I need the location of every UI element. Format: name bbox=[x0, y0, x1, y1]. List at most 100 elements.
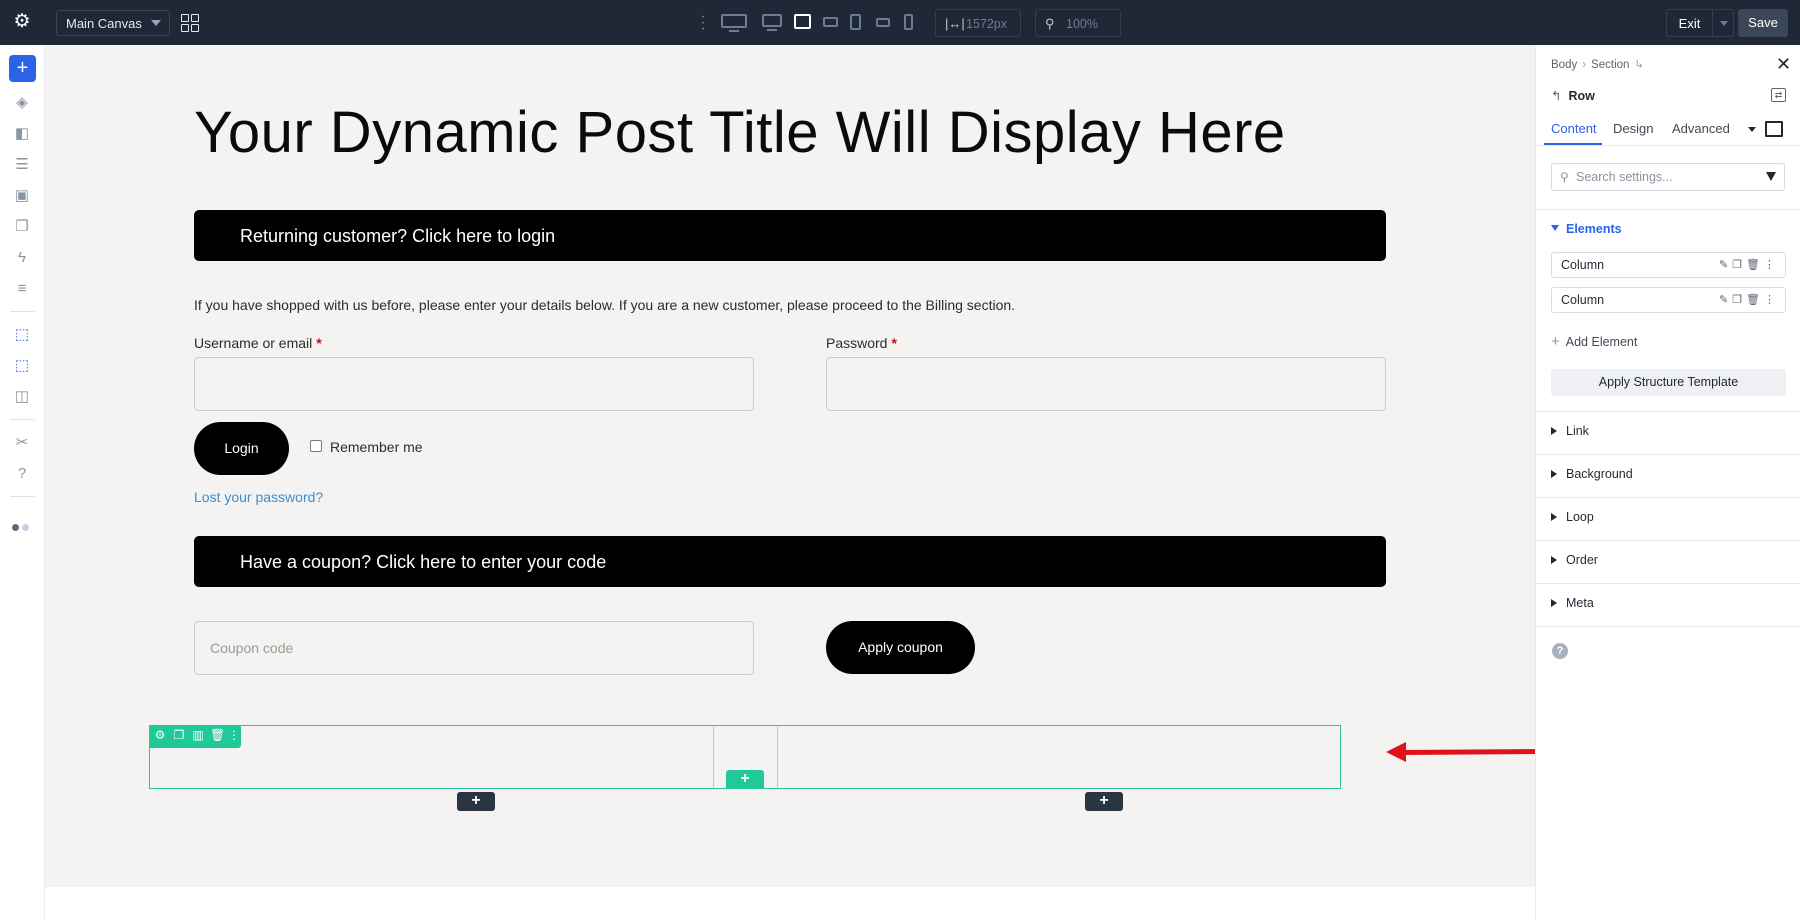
breakpoint-base-icon[interactable] bbox=[794, 14, 811, 29]
row-settings-gear-icon[interactable]: ⚙ bbox=[153, 728, 167, 742]
row-more-icon[interactable]: ⋮ bbox=[227, 728, 241, 742]
breakpoint-desktop-wide-icon[interactable] bbox=[721, 14, 747, 28]
required-mark: * bbox=[316, 335, 322, 351]
breakpoint-desktop-icon[interactable] bbox=[762, 14, 782, 27]
layers-icon[interactable]: ◈ bbox=[11, 93, 33, 113]
interactions-bolt-icon[interactable]: ϟ bbox=[11, 248, 33, 268]
login-button[interactable]: Login bbox=[194, 422, 289, 475]
accordion-label: Link bbox=[1566, 424, 1589, 438]
active-tab-indicator bbox=[1544, 143, 1602, 145]
panel-divider bbox=[1536, 209, 1800, 210]
annotation-arrow-head bbox=[1386, 742, 1406, 762]
help-icon[interactable]: ? bbox=[1552, 643, 1568, 659]
breakpoint-tablet-landscape-icon[interactable] bbox=[823, 17, 838, 27]
element-list-item[interactable]: Column ✎❐🗑⋮ bbox=[1551, 287, 1786, 313]
save-button[interactable]: Save bbox=[1738, 9, 1788, 37]
zoom-input[interactable]: ⚲ 100% bbox=[1035, 9, 1121, 37]
zoom-search-icon: ⚲ bbox=[1045, 16, 1055, 31]
breadcrumb-child-arrow-icon: ↳ bbox=[1634, 59, 1645, 71]
username-label: Username or email * bbox=[194, 335, 322, 351]
accordion-background[interactable]: Background bbox=[1551, 467, 1633, 481]
chevron-down-icon bbox=[151, 20, 161, 26]
database-icon[interactable]: ☰ bbox=[11, 155, 33, 175]
canvas-width-input[interactable]: |↔| 1572px bbox=[935, 9, 1021, 37]
row-columns-icon[interactable]: ▥ bbox=[191, 728, 205, 742]
more-vertical-icon[interactable]: · · · bbox=[700, 9, 706, 37]
triangle-right-icon bbox=[1551, 556, 1557, 564]
accordion-link[interactable]: Link bbox=[1551, 424, 1589, 438]
column-add-element-button[interactable]: + bbox=[457, 792, 495, 811]
password-input[interactable] bbox=[826, 357, 1386, 411]
accordion-order[interactable]: Order bbox=[1551, 553, 1598, 567]
breadcrumb-body[interactable]: Body bbox=[1551, 59, 1577, 71]
breadcrumb-separator-icon: › bbox=[1582, 59, 1587, 71]
tab-content[interactable]: Content bbox=[1551, 121, 1597, 136]
element-list-item[interactable]: Column ✎❐🗑⋮ bbox=[1551, 252, 1786, 278]
templates-clock-icon[interactable]: ◫ bbox=[11, 387, 33, 407]
select-pointer-icon[interactable]: ⬚ bbox=[11, 325, 33, 345]
tab-advanced[interactable]: Advanced bbox=[1672, 121, 1730, 136]
add-column-between-button[interactable]: + bbox=[726, 770, 764, 788]
coupon-code-input[interactable]: Coupon code bbox=[194, 621, 754, 675]
password-label: Password * bbox=[826, 335, 897, 351]
plus-icon: + bbox=[1551, 333, 1560, 350]
row-toolbar: ⚙ ❐ ▥ 🗑 ⋮ bbox=[149, 725, 241, 748]
lost-password-link[interactable]: Lost your password? bbox=[194, 489, 323, 505]
back-arrow-icon[interactable]: ↰ bbox=[1551, 89, 1561, 103]
panel-divider bbox=[1536, 540, 1800, 541]
accordion-label: Order bbox=[1566, 553, 1598, 567]
state-square-icon[interactable] bbox=[1765, 121, 1783, 137]
breakpoint-mobile-portrait-icon[interactable] bbox=[904, 14, 913, 30]
tabs-more-chevron-icon[interactable] bbox=[1748, 127, 1756, 132]
username-label-text: Username or email bbox=[194, 335, 313, 351]
accordion-meta[interactable]: Meta bbox=[1551, 596, 1594, 610]
toolbar-divider bbox=[10, 496, 35, 497]
elements-accordion-header[interactable]: Elements bbox=[1551, 222, 1622, 236]
accordion-label: Loop bbox=[1566, 510, 1594, 524]
element-actions-icons[interactable]: ✎❐🗑⋮ bbox=[1719, 258, 1779, 271]
settings-sliders-icon[interactable]: ≡ bbox=[11, 279, 33, 299]
add-element-label: Add Element bbox=[1565, 335, 1638, 349]
close-icon[interactable]: ✕ bbox=[1776, 54, 1791, 75]
accordion-label: Meta bbox=[1566, 596, 1594, 610]
breakpoint-mobile-landscape-icon[interactable] bbox=[876, 18, 890, 27]
row-duplicate-icon[interactable]: ❐ bbox=[172, 728, 186, 742]
theme-toggle-icon[interactable] bbox=[12, 518, 32, 536]
toolbar-divider bbox=[10, 419, 35, 420]
column-add-element-button[interactable]: + bbox=[1085, 792, 1123, 811]
remember-me-checkbox[interactable] bbox=[310, 440, 322, 452]
add-element-link[interactable]: + Add Element bbox=[1551, 333, 1637, 350]
settings-search-input[interactable]: ⚲ Search settings... bbox=[1551, 163, 1785, 191]
username-input[interactable] bbox=[194, 357, 754, 411]
pages-icon[interactable]: ❐ bbox=[11, 217, 33, 237]
top-toolbar: ⚙ Main Canvas · · · |↔| 1572px ⚲ 100% Exit… bbox=[0, 0, 1800, 45]
templates-grid-icon[interactable] bbox=[181, 14, 199, 32]
exit-options-chevron-icon[interactable] bbox=[1712, 9, 1734, 37]
breadcrumb-section[interactable]: Section bbox=[1591, 59, 1629, 71]
style-manager-icon[interactable]: ◧ bbox=[11, 124, 33, 144]
settings-gear-icon[interactable]: ⚙ bbox=[12, 12, 32, 32]
add-element-plus-icon[interactable]: + bbox=[9, 55, 36, 82]
canvas-select-dropdown[interactable]: Main Canvas bbox=[56, 10, 170, 36]
exit-button[interactable]: Exit bbox=[1666, 9, 1712, 37]
tools-icon[interactable]: ✂ bbox=[11, 433, 33, 453]
apply-structure-template-button[interactable]: Apply Structure Template bbox=[1551, 369, 1786, 396]
panel-divider bbox=[1536, 626, 1800, 627]
panel-divider bbox=[1536, 411, 1800, 412]
element-options-icon[interactable]: ⇄ bbox=[1771, 88, 1786, 102]
login-notice-bar[interactable]: Returning customer? Click here to login bbox=[194, 210, 1386, 261]
help-question-icon[interactable]: ? bbox=[11, 464, 33, 484]
tab-design[interactable]: Design bbox=[1613, 121, 1653, 136]
filter-icon[interactable] bbox=[1766, 172, 1776, 181]
breakpoint-tablet-portrait-icon[interactable] bbox=[850, 14, 861, 30]
variables-icon[interactable]: ▣ bbox=[11, 186, 33, 206]
multi-select-icon[interactable]: ⬚ bbox=[11, 356, 33, 376]
monitor-stand-icon bbox=[729, 30, 739, 32]
accordion-loop[interactable]: Loop bbox=[1551, 510, 1594, 524]
coupon-notice-bar[interactable]: Have a coupon? Click here to enter your … bbox=[194, 536, 1386, 587]
row-delete-icon[interactable]: 🗑 bbox=[210, 728, 225, 742]
elements-heading: Elements bbox=[1566, 222, 1622, 236]
element-actions-icons[interactable]: ✎❐🗑⋮ bbox=[1719, 293, 1779, 306]
apply-coupon-button[interactable]: Apply coupon bbox=[826, 621, 975, 674]
triangle-right-icon bbox=[1551, 427, 1557, 435]
